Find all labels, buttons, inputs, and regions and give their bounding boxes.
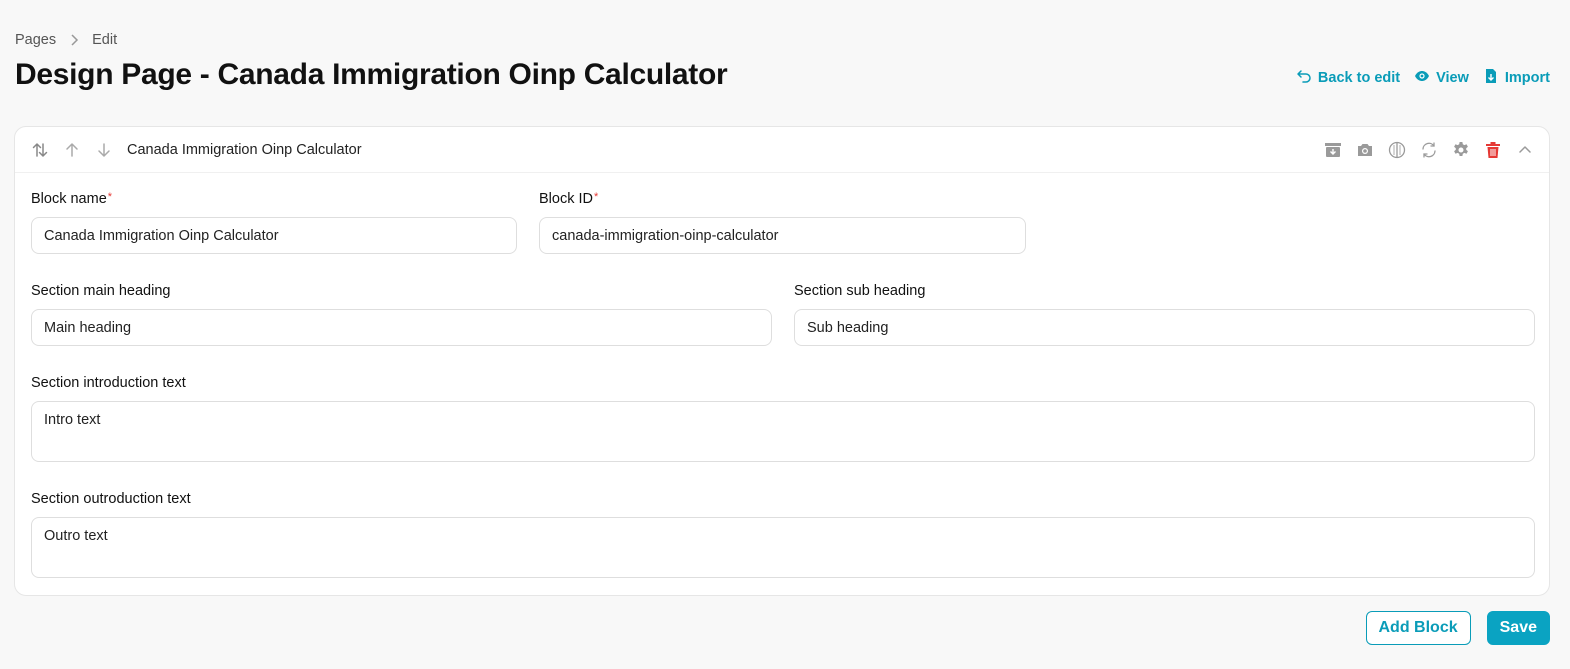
required-mark: *: [594, 191, 599, 203]
import-link[interactable]: Import: [1483, 68, 1550, 88]
swap-vertical-icon[interactable]: [31, 141, 49, 159]
block-header: Canada Immigration Oinp Calculator: [15, 127, 1549, 173]
main-heading-input[interactable]: [31, 309, 772, 346]
block-card: Canada Immigration Oinp Calculator Block…: [14, 126, 1550, 596]
trash-icon[interactable]: [1483, 140, 1503, 160]
intro-text-field: Section introduction text Intro text: [31, 375, 1535, 467]
back-to-edit-label: Back to edit: [1317, 70, 1401, 86]
breadcrumb-pages[interactable]: Pages: [15, 32, 56, 48]
eye-icon: [1414, 68, 1430, 88]
intro-text-label: Section introduction text: [31, 375, 186, 391]
back-to-edit-link[interactable]: Back to edit: [1296, 68, 1400, 88]
arrow-down-icon[interactable]: [95, 141, 113, 159]
block-id-input[interactable]: [539, 217, 1026, 254]
page-title: Design Page - Canada Immigration Oinp Ca…: [15, 58, 728, 91]
required-mark: *: [107, 191, 113, 203]
undo-arrow-icon: [1296, 68, 1312, 88]
block-name-input[interactable]: [31, 217, 517, 254]
save-button[interactable]: Save: [1486, 611, 1550, 645]
sub-heading-input[interactable]: [794, 309, 1535, 346]
view-label: View: [1436, 70, 1469, 86]
breadcrumb-edit: Edit: [92, 32, 118, 48]
block-toolbar: [1323, 140, 1535, 160]
outro-text-textarea[interactable]: Outro text: [31, 517, 1535, 578]
gear-icon[interactable]: [1451, 140, 1471, 160]
block-id-field: Block ID*: [539, 191, 1026, 254]
outro-text-field: Section outroduction text Outro text: [31, 491, 1535, 583]
intro-text-textarea[interactable]: Intro text: [31, 401, 1535, 462]
arrow-up-icon[interactable]: [63, 141, 81, 159]
block-title: Canada Immigration Oinp Calculator: [127, 141, 362, 158]
footer-actions: Add Block Save: [1365, 611, 1550, 645]
block-name-field: Block name*: [31, 191, 517, 254]
breadcrumb: Pages Edit: [15, 32, 117, 48]
import-label: Import: [1504, 70, 1550, 86]
contrast-icon[interactable]: [1387, 140, 1407, 160]
sub-heading-label: Section sub heading: [794, 283, 926, 299]
main-heading-field: Section main heading: [31, 283, 772, 346]
refresh-icon[interactable]: [1419, 140, 1439, 160]
chevron-right-icon: [66, 34, 82, 46]
header-actions: Back to edit View Import: [1296, 68, 1550, 88]
page: Pages Edit Design Page - Canada Immigrat…: [0, 0, 1570, 669]
add-block-button[interactable]: Add Block: [1365, 611, 1471, 645]
archive-icon[interactable]: [1323, 140, 1343, 160]
outro-text-label: Section outroduction text: [31, 491, 191, 507]
chevron-up-icon[interactable]: [1515, 140, 1535, 160]
sub-heading-field: Section sub heading: [794, 283, 1535, 346]
main-heading-label: Section main heading: [31, 283, 171, 299]
file-import-icon: [1483, 68, 1499, 88]
view-link[interactable]: View: [1414, 68, 1469, 88]
camera-icon[interactable]: [1355, 140, 1375, 160]
block-id-label: Block ID*: [539, 191, 599, 207]
block-name-label: Block name*: [31, 191, 113, 207]
